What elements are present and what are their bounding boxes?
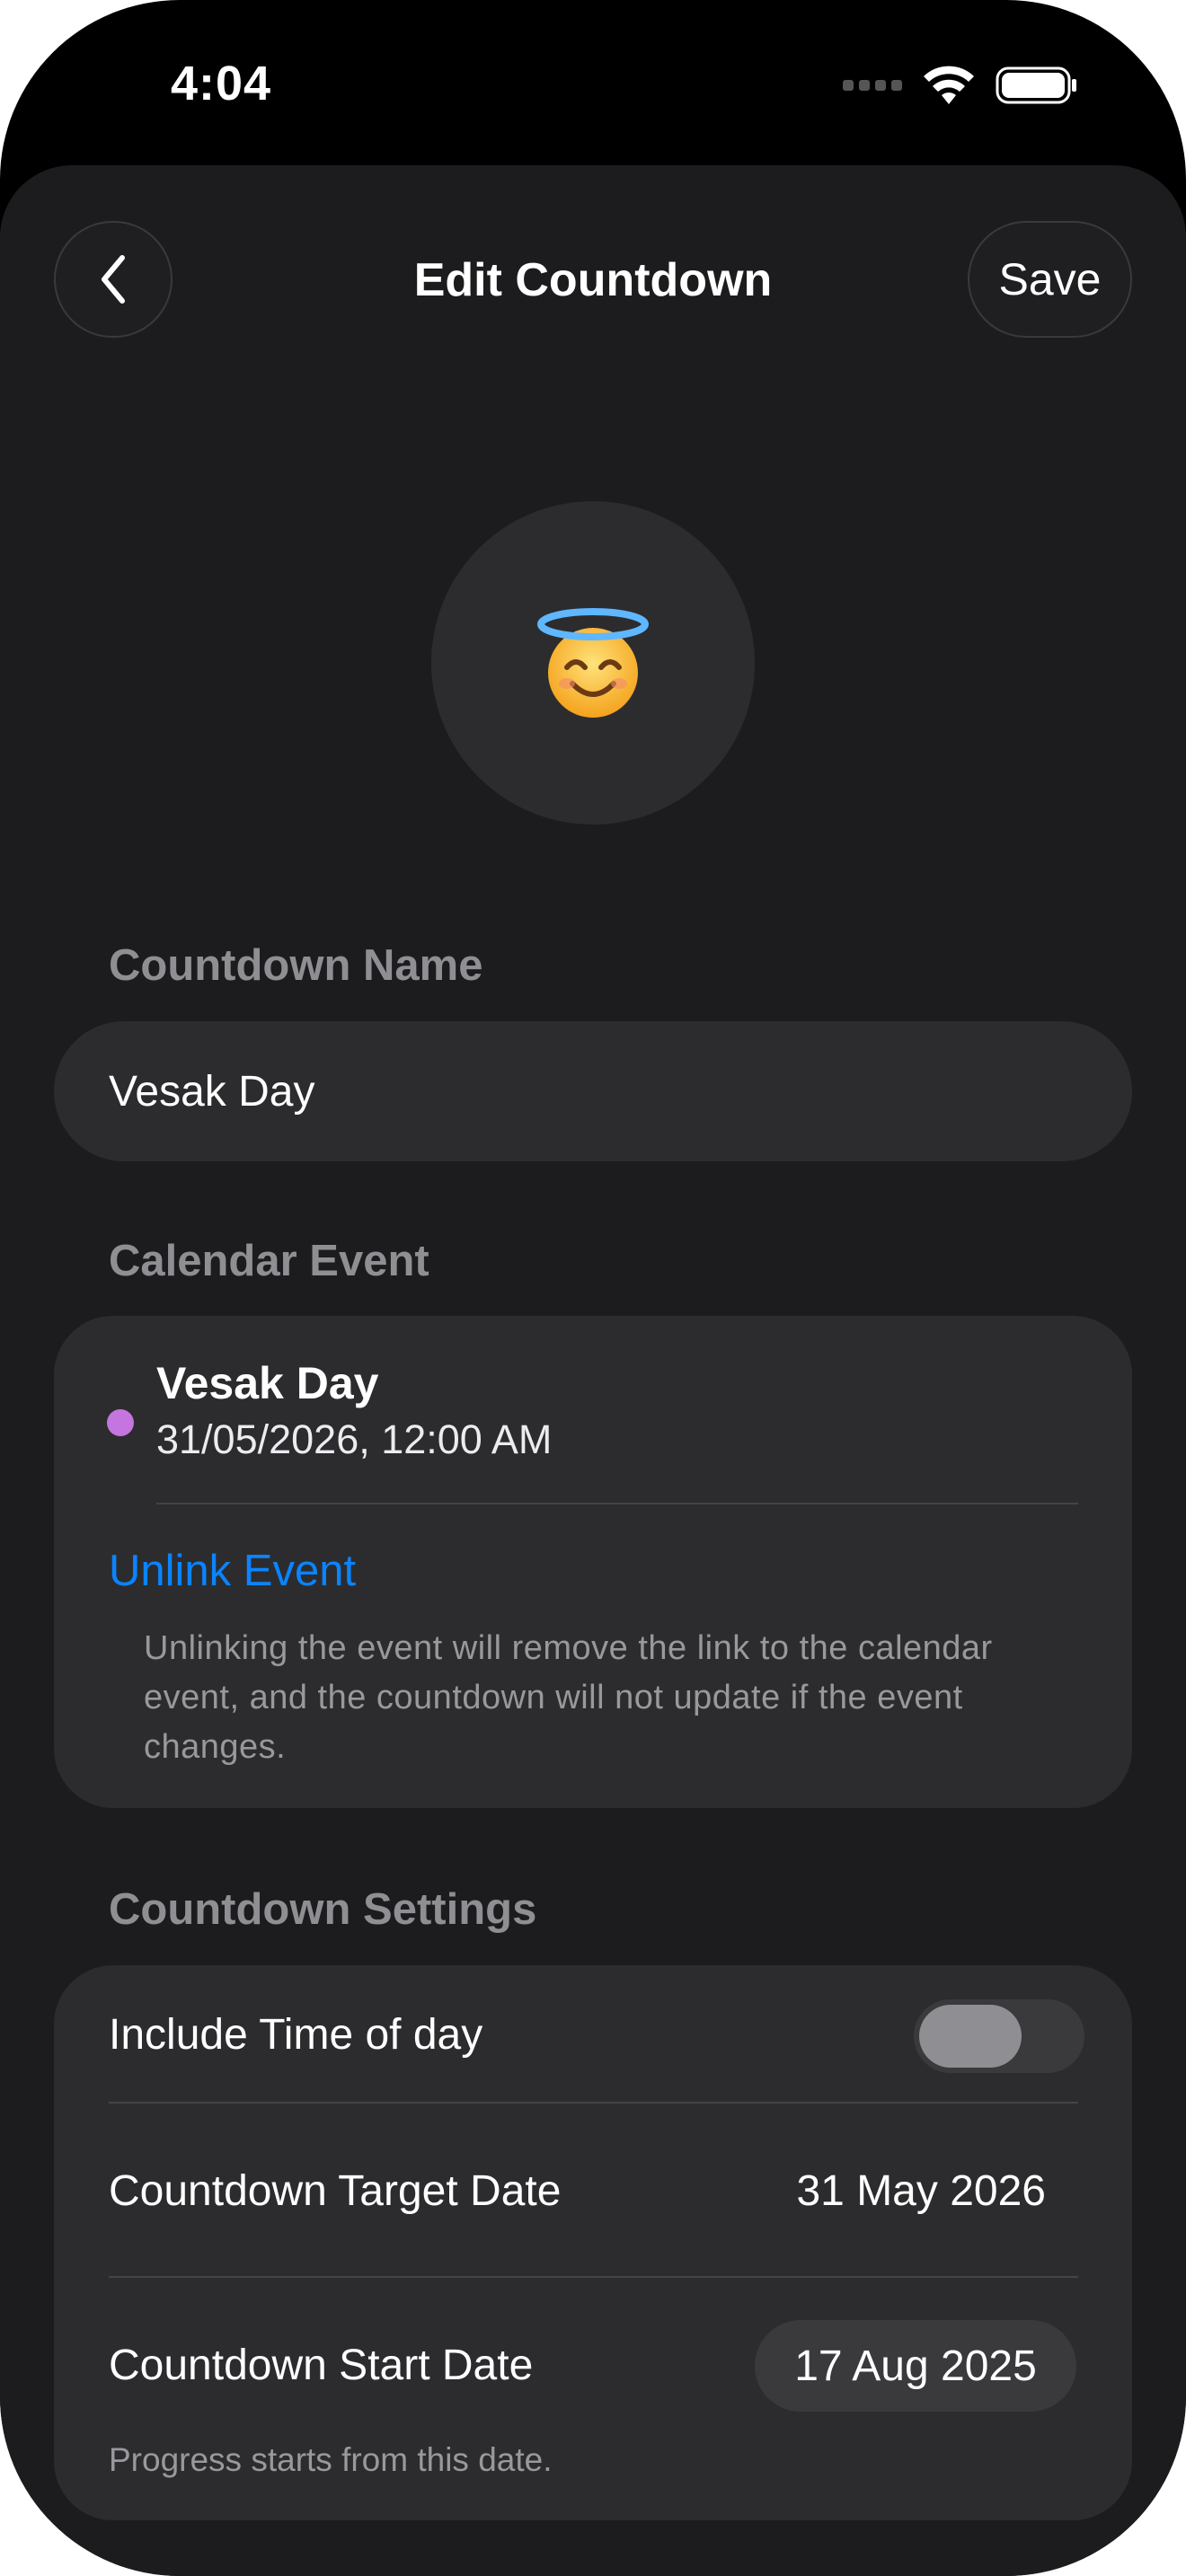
- target-date-label: Countdown Target Date: [109, 2167, 562, 2215]
- start-date-note: Progress starts from this date.: [109, 2441, 553, 2478]
- smiling-face-with-halo-icon: [537, 608, 649, 718]
- toggle-knob: [919, 2005, 1022, 2068]
- cellular-signal-icon: [843, 80, 902, 91]
- divider: [109, 2276, 1078, 2278]
- back-button[interactable]: [54, 221, 173, 338]
- calendar-event-card: Vesak Day 31/05/2026, 12:00 AM Unlink Ev…: [54, 1316, 1132, 1808]
- status-icons: [843, 63, 1078, 108]
- countdown-settings-label: Countdown Settings: [109, 1885, 537, 1934]
- emoji-picker-button[interactable]: [431, 501, 755, 825]
- include-time-toggle[interactable]: [914, 1999, 1084, 2073]
- save-button[interactable]: Save: [968, 221, 1132, 338]
- unlink-event-note: Unlinking the event will remove the link…: [144, 1629, 993, 1766]
- event-color-dot: [107, 1409, 134, 1436]
- countdown-name-field[interactable]: [54, 1021, 1132, 1161]
- countdown-settings-card: Include Time of day Countdown Target Dat…: [54, 1965, 1132, 2520]
- target-date-value[interactable]: 31 May 2026: [796, 2166, 1046, 2216]
- battery-icon: [996, 66, 1076, 104]
- chevron-left-icon: [102, 255, 125, 304]
- unlink-event-button[interactable]: Unlink Event: [109, 1546, 356, 1596]
- divider: [156, 1503, 1078, 1504]
- start-date-label: Countdown Start Date: [109, 2342, 534, 2389]
- page-title: Edit Countdown: [413, 254, 773, 306]
- divider: [109, 2102, 1078, 2104]
- countdown-name-input[interactable]: [109, 1066, 1079, 1116]
- start-date-picker[interactable]: 17 Aug 2025: [755, 2320, 1076, 2412]
- status-time: 4:04: [171, 57, 272, 110]
- device-screen: 4:04 Edit Countdown Save Countdown Name …: [0, 0, 1186, 2576]
- include-time-label: Include Time of day: [109, 2011, 483, 2059]
- countdown-name-label: Countdown Name: [109, 941, 483, 990]
- event-datetime: 31/05/2026, 12:00 AM: [156, 1416, 553, 1462]
- event-title: Vesak Day: [156, 1358, 379, 1408]
- calendar-event-label: Calendar Event: [109, 1237, 429, 1285]
- wifi-icon: [924, 66, 974, 104]
